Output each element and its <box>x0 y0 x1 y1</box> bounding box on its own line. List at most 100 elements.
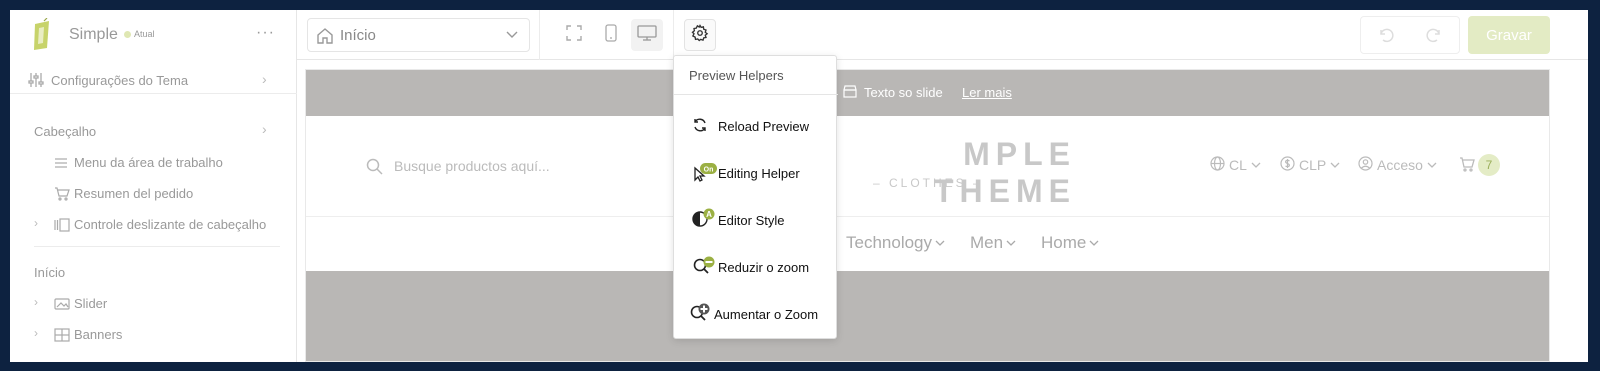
announcement-bar: Texto so slide Ler mais <box>306 70 1549 116</box>
nav-item-technology[interactable]: Technology <box>846 233 945 253</box>
menu-item-editing-helper[interactable]: On Editing Helper <box>674 156 838 192</box>
sidebar-item-label: Resumen del pedido <box>74 186 194 201</box>
chevron-down-icon <box>935 233 945 253</box>
expand-chevron-icon[interactable]: › <box>34 326 38 340</box>
search-icon <box>366 158 383 180</box>
menu-item-label: Aumentar o Zoom <box>714 307 819 322</box>
brand-bar: Simple Atual ··· <box>10 10 297 60</box>
divider <box>539 10 540 60</box>
sidebar-item-order-summary[interactable]: Resumen del pedido <box>10 182 297 206</box>
mobile-icon <box>605 23 617 47</box>
grid-icon <box>54 328 70 347</box>
reload-icon <box>692 117 708 138</box>
divider <box>34 246 280 247</box>
user-icon <box>1358 156 1373 174</box>
store-preview: Texto so slide Ler mais Busque productos… <box>305 69 1550 362</box>
status-badge: Atual <box>124 29 155 39</box>
sidebar-item-label: Banners <box>74 327 123 342</box>
announcement-text: Texto so slide <box>864 85 943 100</box>
save-button[interactable]: Gravar <box>1468 16 1550 54</box>
menu-lines-icon <box>54 156 68 174</box>
section-header-title[interactable]: Cabeçalho <box>34 124 96 139</box>
globe-icon <box>1210 156 1225 174</box>
svg-text:On: On <box>704 167 714 174</box>
app-frame: Simple Atual ··· Configurações do Tema ›… <box>10 10 1588 362</box>
zoom-in-icon <box>689 302 715 327</box>
chevron-down-icon <box>1427 157 1437 173</box>
chevron-down-icon <box>1089 233 1099 253</box>
menu-item-label: Editor Style <box>718 213 785 228</box>
home-icon <box>316 27 334 50</box>
expand-chevron-icon[interactable]: › <box>34 216 38 230</box>
menu-item-label: Reduzir o zoom <box>718 260 810 275</box>
sidebar-item-desktop-menu[interactable]: Menu da área de trabalho <box>10 151 297 175</box>
page-select-value: Início <box>340 27 376 44</box>
sidebar-item-banners[interactable]: › Banners <box>10 323 297 347</box>
divider <box>673 10 674 60</box>
menu-title: Preview Helpers <box>689 68 784 83</box>
search-placeholder: Busque productos aquí... <box>394 158 550 174</box>
country-selector[interactable]: CL <box>1210 156 1261 174</box>
desktop-view-button[interactable] <box>631 19 663 51</box>
currency-selector[interactable]: CLP <box>1280 156 1340 174</box>
sidebar-item-label: Controle deslizante de cabeçalho <box>74 217 267 232</box>
theme-settings-label: Configurações do Tema <box>51 73 189 88</box>
chevron-right-icon[interactable]: › <box>262 121 267 137</box>
store-logo-title: MPLE THEME <box>934 136 1076 209</box>
zoom-out-icon <box>692 255 718 280</box>
undo-redo-group <box>1360 16 1460 54</box>
chevron-down-icon <box>505 27 519 46</box>
mobile-view-button[interactable] <box>595 19 627 51</box>
dollar-icon <box>1280 156 1295 174</box>
hero-banner <box>306 271 1549 361</box>
sidebar-item-label: Menu da área de trabalho <box>74 155 223 170</box>
nav-item-men[interactable]: Men <box>970 233 1016 253</box>
menu-item-reload-preview[interactable]: Reload Preview <box>674 109 838 145</box>
announcement-link[interactable]: Ler mais <box>962 85 1012 100</box>
store-icon <box>843 85 857 103</box>
chevron-down-icon <box>1330 157 1340 173</box>
editing-helper-icon: On <box>692 162 718 187</box>
cart-icon <box>54 187 70 206</box>
theme-name: Simple <box>69 26 118 43</box>
nav-item-home[interactable]: Home <box>1041 233 1099 253</box>
divider <box>674 94 838 95</box>
sidebar-item-slider[interactable]: › Slider <box>10 292 297 316</box>
menu-item-zoom-out[interactable]: Reduzir o zoom <box>674 250 838 286</box>
slider-panel-icon <box>54 218 70 237</box>
menu-item-editor-style[interactable]: A Editor Style <box>674 203 838 239</box>
cart-count-badge: 7 <box>1478 154 1500 176</box>
chevron-down-icon <box>1006 233 1016 253</box>
svg-text:A: A <box>706 210 712 219</box>
editor-style-icon: A <box>692 208 718 233</box>
desktop-icon <box>637 24 657 46</box>
menu-item-zoom-in[interactable]: Aumentar o Zoom <box>674 297 838 333</box>
page-select[interactable]: Início <box>307 18 530 52</box>
cart-icon[interactable] <box>1459 157 1475 177</box>
fullscreen-button[interactable] <box>558 19 590 51</box>
store-nav: Technology Men Home <box>306 217 1549 271</box>
section-home-title[interactable]: Início <box>34 265 65 280</box>
store-logo-subtitle: – CLOTHES – <box>873 176 983 190</box>
account-link[interactable]: Acceso <box>1358 156 1437 174</box>
store-header: Busque productos aquí... MPLE THEME – CL… <box>306 116 1549 217</box>
store-logo-icon <box>30 17 54 52</box>
redo-icon[interactable] <box>1425 26 1443 49</box>
theme-settings-item[interactable]: Configurações do Tema › <box>10 66 297 94</box>
fullscreen-icon <box>566 24 582 46</box>
top-toolbar: Início Gravar <box>297 10 1588 60</box>
gear-icon <box>691 23 709 47</box>
image-slider-icon <box>54 297 70 316</box>
menu-item-label: Editing Helper <box>718 166 800 181</box>
preview-helpers-menu: Preview Helpers Reload Preview On Editin… <box>673 55 838 339</box>
more-options-icon[interactable]: ··· <box>256 24 275 42</box>
expand-chevron-icon[interactable]: › <box>34 295 38 309</box>
sliders-icon <box>28 72 44 93</box>
sidebar-item-header-slider[interactable]: › Controle deslizante de cabeçalho <box>10 213 297 237</box>
sidebar-item-label: Slider <box>74 296 108 311</box>
preview-helpers-button[interactable] <box>684 19 716 51</box>
undo-icon[interactable] <box>1377 26 1395 49</box>
sidebar: Simple Atual ··· Configurações do Tema ›… <box>10 10 297 362</box>
chevron-down-icon <box>1251 157 1261 173</box>
menu-item-label: Reload Preview <box>718 119 810 134</box>
